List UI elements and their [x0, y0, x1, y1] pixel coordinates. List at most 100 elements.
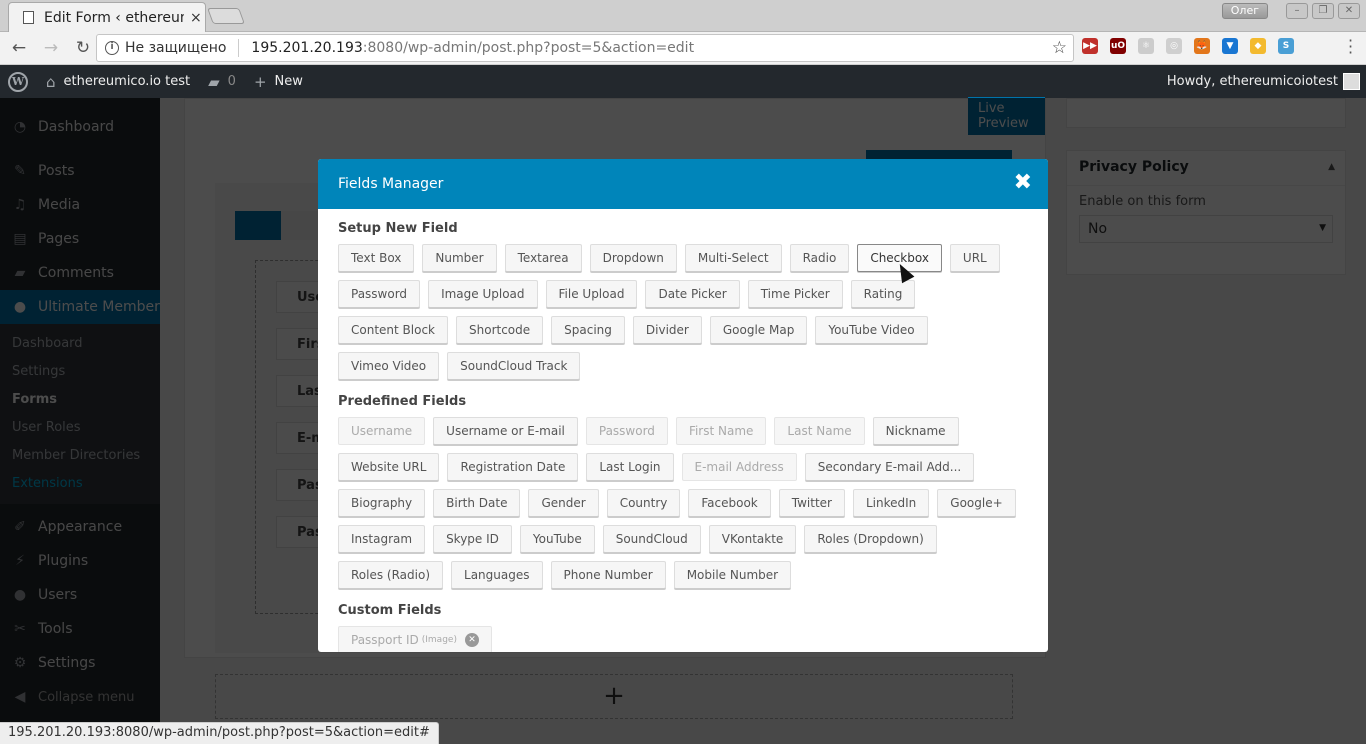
field-button-number[interactable]: Number: [422, 244, 497, 272]
field-button-image-upload[interactable]: Image Upload: [428, 280, 538, 308]
field-button-divider[interactable]: Divider: [632, 316, 702, 344]
info-icon[interactable]: i: [105, 41, 119, 55]
field-button-soundcloud[interactable]: SoundCloud: [602, 525, 701, 553]
bookmark-star-icon[interactable]: ☆: [1052, 38, 1067, 58]
wordpress-logo-icon[interactable]: W: [8, 71, 28, 92]
field-button-spacing[interactable]: Spacing: [551, 316, 625, 344]
url-host: 195.201.20.193: [251, 40, 363, 56]
fields-manager-modal: Fields Manager ✖ Setup New Field Text Bo…: [318, 159, 1048, 652]
new-label: New: [274, 74, 303, 89]
remove-circle-icon[interactable]: ✕: [464, 633, 479, 647]
custom-field-buttons: Passport ID (Image) ✕: [338, 626, 1028, 652]
field-button-username[interactable]: Username: [338, 417, 426, 445]
field-button-biography[interactable]: Biography: [338, 489, 426, 517]
field-button-facebook[interactable]: Facebook: [688, 489, 771, 517]
modal-header: Fields Manager ✖: [318, 159, 1048, 209]
react-devtools-icon[interactable]: ⚛: [1138, 38, 1154, 54]
field-button-textarea[interactable]: Textarea: [504, 244, 582, 272]
page-icon: [23, 11, 34, 24]
field-button-phone-number[interactable]: Phone Number: [550, 561, 666, 589]
close-icon[interactable]: ✖: [1014, 172, 1032, 194]
url-path: :8080/wp-admin/post.php?post=5&action=ed…: [362, 40, 695, 56]
field-button-content-block[interactable]: Content Block: [338, 316, 448, 344]
profile-button[interactable]: Олег: [1221, 3, 1268, 19]
avatar[interactable]: [1343, 73, 1360, 90]
s-ext-icon[interactable]: S: [1278, 38, 1294, 54]
ublock-icon[interactable]: uO: [1110, 38, 1126, 54]
forward-button[interactable]: →: [38, 38, 64, 58]
field-button-date-picker[interactable]: Date Picker: [645, 280, 740, 308]
field-button-youtube-video[interactable]: YouTube Video: [815, 316, 928, 344]
field-button-linkedin[interactable]: LinkedIn: [852, 489, 930, 517]
field-button-multi-select[interactable]: Multi-Select: [684, 244, 782, 272]
close-window-button[interactable]: ✕: [1338, 3, 1360, 19]
new-tab-button[interactable]: [207, 8, 245, 24]
section-title-setup: Setup New Field: [338, 221, 458, 236]
field-button-password[interactable]: Password: [585, 417, 668, 445]
field-button-gender[interactable]: Gender: [528, 489, 599, 517]
field-button-password[interactable]: Password: [338, 280, 421, 308]
reload-button[interactable]: ↻: [70, 38, 96, 58]
field-button-rating[interactable]: Rating: [850, 280, 916, 308]
browser-menu-icon[interactable]: · · ·: [1348, 33, 1353, 61]
field-button-instagram[interactable]: Instagram: [338, 525, 426, 553]
field-button-text-box[interactable]: Text Box: [338, 244, 415, 272]
browser-tabbar: Edit Form ‹ ethereumico.io test × Олег –…: [0, 0, 1366, 32]
field-button-google-map[interactable]: Google Map: [709, 316, 808, 344]
comment-bubble-icon: ▰: [208, 72, 220, 91]
field-button-vkontakte[interactable]: VKontakte: [708, 525, 797, 553]
field-button-last-login[interactable]: Last Login: [586, 453, 674, 481]
field-button-soundcloud-track[interactable]: SoundCloud Track: [447, 352, 581, 380]
comments-link[interactable]: ▰ 0: [208, 73, 236, 91]
video-speed-icon[interactable]: ▶▶: [1082, 38, 1098, 54]
extension-icons: ▶▶ uO ⚛ ◎ 🦊 ▼ ◆ S: [1082, 38, 1294, 54]
restore-button[interactable]: ❐: [1312, 3, 1334, 19]
custom-field-label: Passport ID: [351, 633, 419, 647]
plus-icon: +: [253, 72, 267, 91]
field-button-file-upload[interactable]: File Upload: [545, 280, 638, 308]
diamond-ext-icon[interactable]: ▼: [1222, 38, 1238, 54]
omnibox-divider: [238, 39, 240, 57]
field-button-roles-dropdown[interactable]: Roles (Dropdown): [804, 525, 937, 553]
field-button-vimeo-video[interactable]: Vimeo Video: [338, 352, 440, 380]
field-button-birth-date[interactable]: Birth Date: [433, 489, 521, 517]
new-content-link[interactable]: + New: [254, 73, 303, 91]
field-button-e-mail-address[interactable]: E-mail Address: [681, 453, 797, 481]
wp-admin-bar: W ⌂ ethereumico.io test ▰ 0 + New Howdy,…: [0, 65, 1366, 98]
field-button-youtube[interactable]: YouTube: [519, 525, 595, 553]
field-button-nickname[interactable]: Nickname: [872, 417, 959, 445]
field-button-google[interactable]: Google+: [937, 489, 1016, 517]
field-button-shortcode[interactable]: Shortcode: [456, 316, 544, 344]
custom-field-passport-id[interactable]: Passport ID (Image) ✕: [338, 626, 492, 652]
field-button-country[interactable]: Country: [606, 489, 681, 517]
field-button-twitter[interactable]: Twitter: [778, 489, 845, 517]
window-controls: Олег – ❐ ✕: [1221, 3, 1360, 19]
site-name-link[interactable]: ⌂ ethereumico.io test: [46, 73, 190, 91]
field-button-last-name[interactable]: Last Name: [774, 417, 865, 445]
site-name: ethereumico.io test: [63, 74, 191, 89]
metamask-icon[interactable]: 🦊: [1194, 38, 1210, 54]
browser-tab[interactable]: Edit Form ‹ ethereumico.io test ×: [8, 2, 206, 32]
field-button-username-or-e-mail[interactable]: Username or E-mail: [433, 417, 578, 445]
field-button-registration-date[interactable]: Registration Date: [447, 453, 579, 481]
section-title-custom: Custom Fields: [338, 603, 442, 618]
howdy-user[interactable]: Howdy, ethereumicoiotest: [1167, 74, 1338, 89]
tab-close-icon[interactable]: ×: [190, 10, 202, 26]
field-button-website-url[interactable]: Website URL: [338, 453, 440, 481]
field-button-languages[interactable]: Languages: [451, 561, 543, 589]
field-button-radio[interactable]: Radio: [789, 244, 850, 272]
binance-icon[interactable]: ◆: [1250, 38, 1266, 54]
address-bar[interactable]: i Не защищено 195.201.20.193:8080/wp-adm…: [96, 34, 1074, 62]
field-button-url[interactable]: URL: [949, 244, 1000, 272]
field-button-secondary-e-mail-add[interactable]: Secondary E-mail Add...: [804, 453, 975, 481]
field-button-first-name[interactable]: First Name: [675, 417, 767, 445]
browser-toolbar: ← → ↻ i Не защищено 195.201.20.193:8080/…: [0, 32, 1366, 65]
field-button-mobile-number[interactable]: Mobile Number: [673, 561, 792, 589]
field-button-dropdown[interactable]: Dropdown: [589, 244, 677, 272]
minimize-button[interactable]: –: [1286, 3, 1308, 19]
circle-ext-icon[interactable]: ◎: [1166, 38, 1182, 54]
field-button-roles-radio[interactable]: Roles (Radio): [338, 561, 444, 589]
field-button-time-picker[interactable]: Time Picker: [747, 280, 843, 308]
field-button-skype-id[interactable]: Skype ID: [433, 525, 512, 553]
back-button[interactable]: ←: [6, 38, 32, 58]
